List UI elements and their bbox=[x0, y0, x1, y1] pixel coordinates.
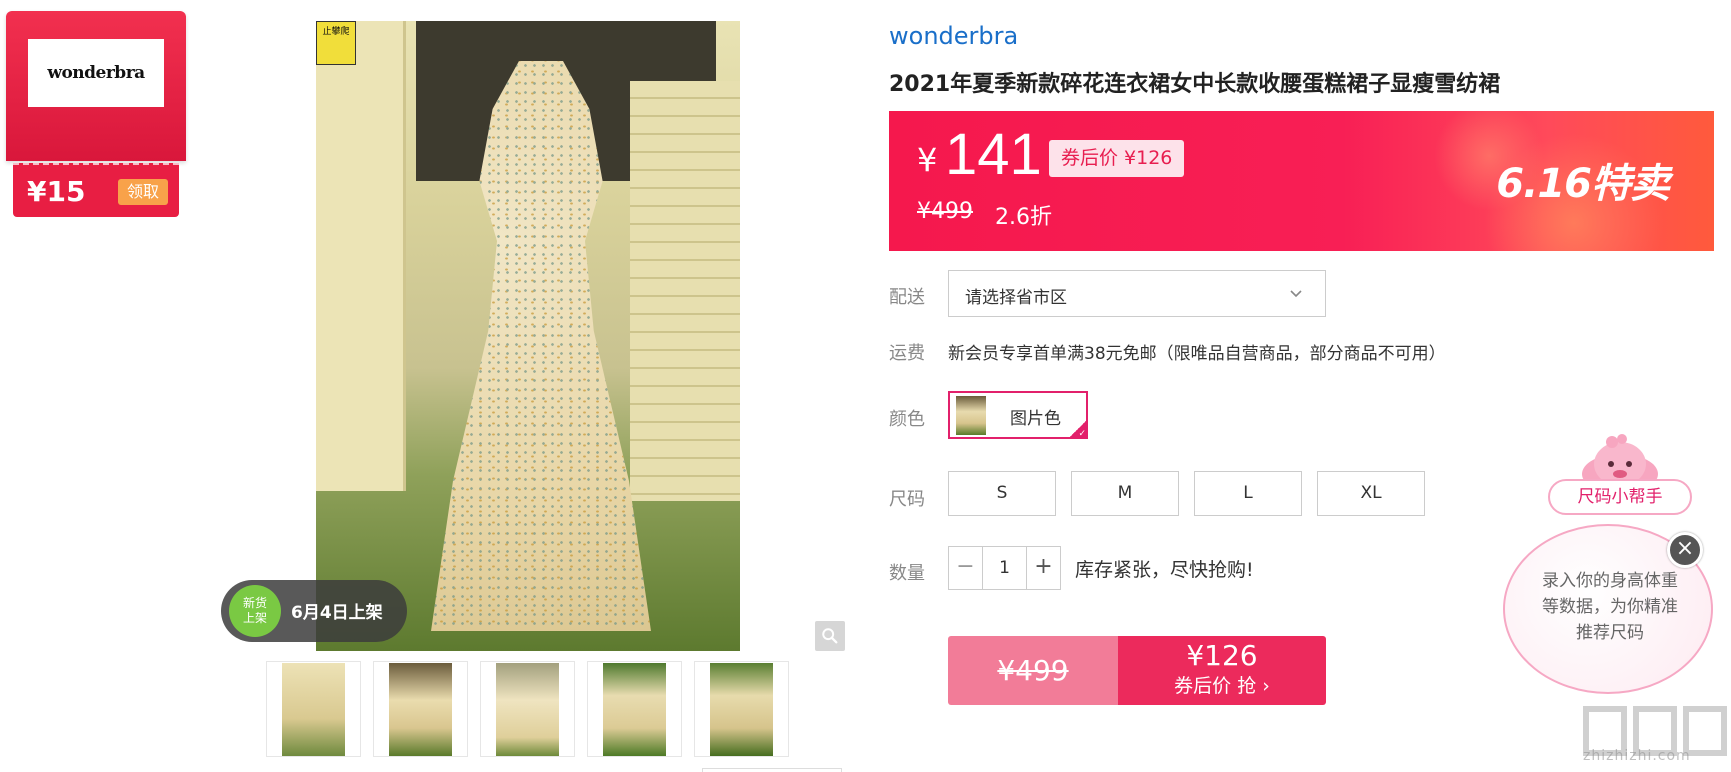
thumbnail-1[interactable] bbox=[266, 661, 361, 757]
new-arrival-circle: 新货 上架 bbox=[229, 585, 281, 637]
selected-check-icon: ✓ bbox=[1066, 421, 1088, 439]
color-thumbnail bbox=[956, 396, 986, 435]
price-currency: ¥ bbox=[917, 141, 938, 179]
watermark-text: zhizhizhi.com bbox=[1583, 748, 1691, 764]
decrease-quantity-button[interactable]: − bbox=[949, 547, 982, 589]
original-price: ¥499 bbox=[917, 199, 973, 224]
freight-label: 运费 bbox=[889, 343, 925, 364]
store-coupon[interactable]: wonderbra ¥15 领取 bbox=[6, 11, 186, 217]
bottom-tab-edge bbox=[702, 768, 842, 772]
coupon-header: wonderbra bbox=[6, 11, 186, 161]
coupon-amount: ¥15 bbox=[27, 175, 86, 208]
image-sign: 止攀爬 bbox=[316, 21, 356, 65]
color-option-label: 图片色 bbox=[1010, 409, 1061, 429]
zoom-icon[interactable] bbox=[815, 621, 845, 651]
color-label: 颜色 bbox=[889, 409, 925, 430]
thumbnail-3[interactable] bbox=[480, 661, 575, 757]
thumbnail-image bbox=[282, 662, 345, 756]
freight-info: 新会员专享首单满38元免邮（限唯品自营商品，部分商品不可用） bbox=[948, 344, 1446, 364]
thumbnail-image bbox=[710, 662, 773, 756]
close-icon[interactable]: × bbox=[1667, 532, 1703, 568]
claim-coupon-button[interactable]: 领取 bbox=[118, 179, 168, 205]
brand-logo: wonderbra bbox=[28, 39, 164, 107]
thumbnail-image bbox=[603, 662, 666, 756]
quantity-label: 数量 bbox=[889, 563, 925, 584]
new-arrival-badge: 新货 上架 6月4日上架 bbox=[221, 580, 407, 642]
coupon-body: ¥15 领取 bbox=[13, 163, 179, 217]
size-option-s[interactable]: S bbox=[948, 471, 1056, 516]
new-arrival-date: 6月4日上架 bbox=[291, 603, 383, 623]
image-truck bbox=[316, 21, 406, 491]
thumbnail-image bbox=[496, 662, 559, 756]
size-option-m[interactable]: M bbox=[1071, 471, 1179, 516]
product-main-image[interactable]: 止攀爬 bbox=[316, 21, 740, 651]
color-option-selected[interactable]: 图片色 ✓ bbox=[948, 391, 1088, 439]
thumbnail-5[interactable] bbox=[694, 661, 789, 757]
coupon-price-tag: 券后价 ¥126 bbox=[1049, 140, 1185, 177]
promo-616-logo: 6.16特卖 bbox=[1496, 161, 1670, 207]
thumbnail-2[interactable] bbox=[373, 661, 468, 757]
image-sign-text: 止攀爬 bbox=[322, 27, 350, 37]
quantity-stepper: − 1 + bbox=[948, 546, 1061, 590]
new-arrival-circle-line1: 新货 bbox=[242, 596, 267, 610]
thumbnail-strip bbox=[266, 661, 789, 757]
brand-logo-text: wonderbra bbox=[47, 63, 145, 83]
discount-rate: 2.6折 bbox=[995, 205, 1052, 230]
buy-coupon-section: ¥126 券后价 抢 › bbox=[1118, 636, 1326, 705]
product-title: 2021年夏季新款碎花连衣裙女中长款收腰蛋糕裙子显瘦雪纺裙 bbox=[889, 72, 1501, 97]
region-select-value: 请选择省市区 bbox=[965, 288, 1067, 308]
shipping-label: 配送 bbox=[889, 287, 925, 308]
thumbnail-4[interactable] bbox=[587, 661, 682, 757]
thumbnail-image bbox=[389, 662, 452, 756]
brand-link[interactable]: wonderbra bbox=[889, 22, 1018, 50]
price-banner: ¥ 141 券后价 ¥126 ¥499 2.6折 6.16特卖 bbox=[889, 111, 1714, 251]
size-label: 尺码 bbox=[889, 489, 925, 510]
current-price: 141 bbox=[945, 122, 1042, 187]
stock-warning: 库存紧张，尽快抢购! bbox=[1075, 559, 1254, 581]
chevron-down-icon bbox=[1290, 290, 1302, 298]
quantity-input[interactable]: 1 bbox=[982, 547, 1027, 589]
size-option-l[interactable]: L bbox=[1194, 471, 1302, 516]
new-arrival-circle-line2: 上架 bbox=[242, 611, 267, 625]
size-option-xl[interactable]: XL bbox=[1317, 471, 1425, 516]
buy-original-price: ¥499 bbox=[948, 636, 1118, 705]
size-helper-button[interactable]: 尺码小帮手 bbox=[1548, 479, 1692, 515]
increase-quantity-button[interactable]: + bbox=[1027, 547, 1060, 589]
image-truck-shutters bbox=[630, 81, 740, 501]
size-helper-text: 录入你的身高体重等数据，为你精准推荐尺码 bbox=[1542, 571, 1678, 643]
buy-with-coupon-button[interactable]: ¥499 ¥126 券后价 抢 › bbox=[948, 636, 1326, 705]
buy-coupon-price: ¥126 bbox=[1186, 639, 1258, 672]
buy-action-label: 券后价 抢 › bbox=[1174, 675, 1270, 697]
region-select[interactable]: 请选择省市区 bbox=[948, 270, 1326, 317]
